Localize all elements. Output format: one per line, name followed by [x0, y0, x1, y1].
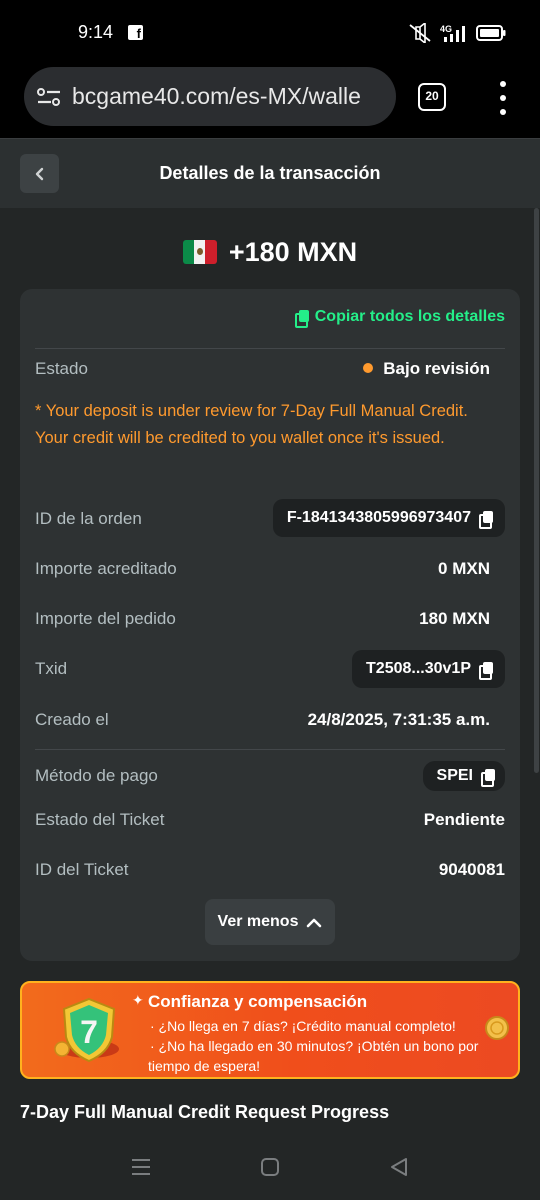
recent-apps-icon[interactable] [130, 1157, 152, 1177]
show-less-label: Ver menos [217, 913, 299, 930]
signal-icon: 4G [440, 24, 465, 42]
home-icon[interactable] [260, 1157, 280, 1177]
back-nav-icon[interactable] [388, 1156, 410, 1178]
coin-icon [485, 1016, 509, 1040]
browser-menu-icon[interactable] [496, 81, 510, 115]
facebook-notification-icon: f [128, 25, 143, 40]
credit-progress-title: 7-Day Full Manual Credit Request Progres… [20, 1102, 390, 1122]
ticket-id-label: ID del Ticket [35, 860, 129, 879]
divider [35, 348, 505, 349]
credited-amount-value: 0 MXN [438, 559, 490, 578]
amount-text: +180 MXN [228, 236, 358, 267]
promo-line-2: · ¿No ha llegado en 30 minutos? ¡Obtén u… [150, 1038, 479, 1054]
promo-line-3: tiempo de espera! [148, 1058, 261, 1074]
address-bar[interactable]: bcgame40.com/es-MX/walle [24, 67, 396, 126]
copy-icon[interactable] [479, 661, 493, 680]
mute-icon [409, 23, 431, 43]
status-dot [363, 363, 374, 373]
credited-amount-label: Importe acreditado [35, 559, 177, 578]
payment-method-value: SPEI [436, 767, 473, 784]
txid-label: Txid [35, 659, 68, 678]
txid-chip[interactable]: T2508...30v1P [352, 650, 505, 688]
copy-icon [294, 309, 309, 328]
order-id-label: ID de la orden [35, 509, 142, 528]
order-id-chip[interactable]: F-1841343805996973407 [272, 499, 505, 537]
copy-all-label: Copiar todos los detalles [314, 308, 505, 325]
txid-value: T2508...30v1P [366, 660, 471, 677]
promo-line-1: · ¿No llega en 7 días? ¡Crédito manual c… [150, 1018, 456, 1034]
status-icons: 4G [408, 22, 506, 44]
promo-title: Confianza y compensación [148, 992, 368, 1011]
order-amount-value: 180 MXN [419, 609, 490, 628]
copy-icon[interactable] [481, 768, 495, 787]
sparkle-icon: ✦ [132, 992, 144, 1008]
mexico-flag-icon [182, 240, 217, 264]
url-text[interactable]: bcgame40.com/es-MX/walle [72, 83, 361, 110]
page-header: Detalles de la transacción [0, 138, 540, 208]
review-notice: * Your deposit is under review for 7-Day… [35, 402, 468, 447]
divider [35, 749, 505, 750]
ticket-status-value: Pendiente [423, 810, 505, 829]
order-amount-label: Importe del pedido [35, 609, 176, 628]
transaction-amount: +180 MXN [0, 232, 540, 272]
svg-text:7: 7 [80, 1014, 98, 1050]
created-value: 24/8/2025, 7:31:35 a.m. [307, 710, 490, 729]
site-settings-icon[interactable] [36, 86, 62, 108]
chevron-up-icon [307, 918, 322, 927]
battery-icon [476, 25, 506, 41]
status-time: 9:14 [78, 22, 114, 42]
status-label: Estado [35, 359, 88, 378]
ticket-status-label: Estado del Ticket [35, 810, 165, 829]
created-label: Creado el [35, 710, 109, 729]
shield-seven-badge-icon: 7 [54, 997, 119, 1063]
show-less-button[interactable]: Ver menos [205, 899, 335, 945]
payment-method-label: Método de pago [35, 766, 158, 785]
order-id-value: F-1841343805996973407 [286, 509, 471, 526]
trust-compensation-banner[interactable]: 7 ✦ Confianza y compensación · ¿No llega… [20, 981, 520, 1079]
copy-all-details-button[interactable]: Copiar todos los detalles [294, 308, 505, 328]
browser-toolbar: bcgame40.com/es-MX/walle 20 [0, 64, 540, 138]
ticket-id-value: 9040081 [438, 860, 505, 879]
page-title: Detalles de la transacción [159, 163, 381, 183]
svg-text:4G: 4G [440, 24, 452, 34]
tab-switcher-button[interactable]: 20 [418, 83, 446, 111]
copy-icon[interactable] [479, 510, 493, 529]
transaction-details-card: Copiar todos los detalles Estado Bajo re… [20, 289, 520, 961]
payment-method-chip[interactable]: SPEI [422, 761, 505, 791]
system-navigation-bar [0, 1140, 540, 1200]
scrollbar[interactable] [534, 208, 539, 773]
status-badge: Bajo revisión [363, 359, 490, 379]
status-bar: 9:14 f 4G [0, 0, 540, 64]
